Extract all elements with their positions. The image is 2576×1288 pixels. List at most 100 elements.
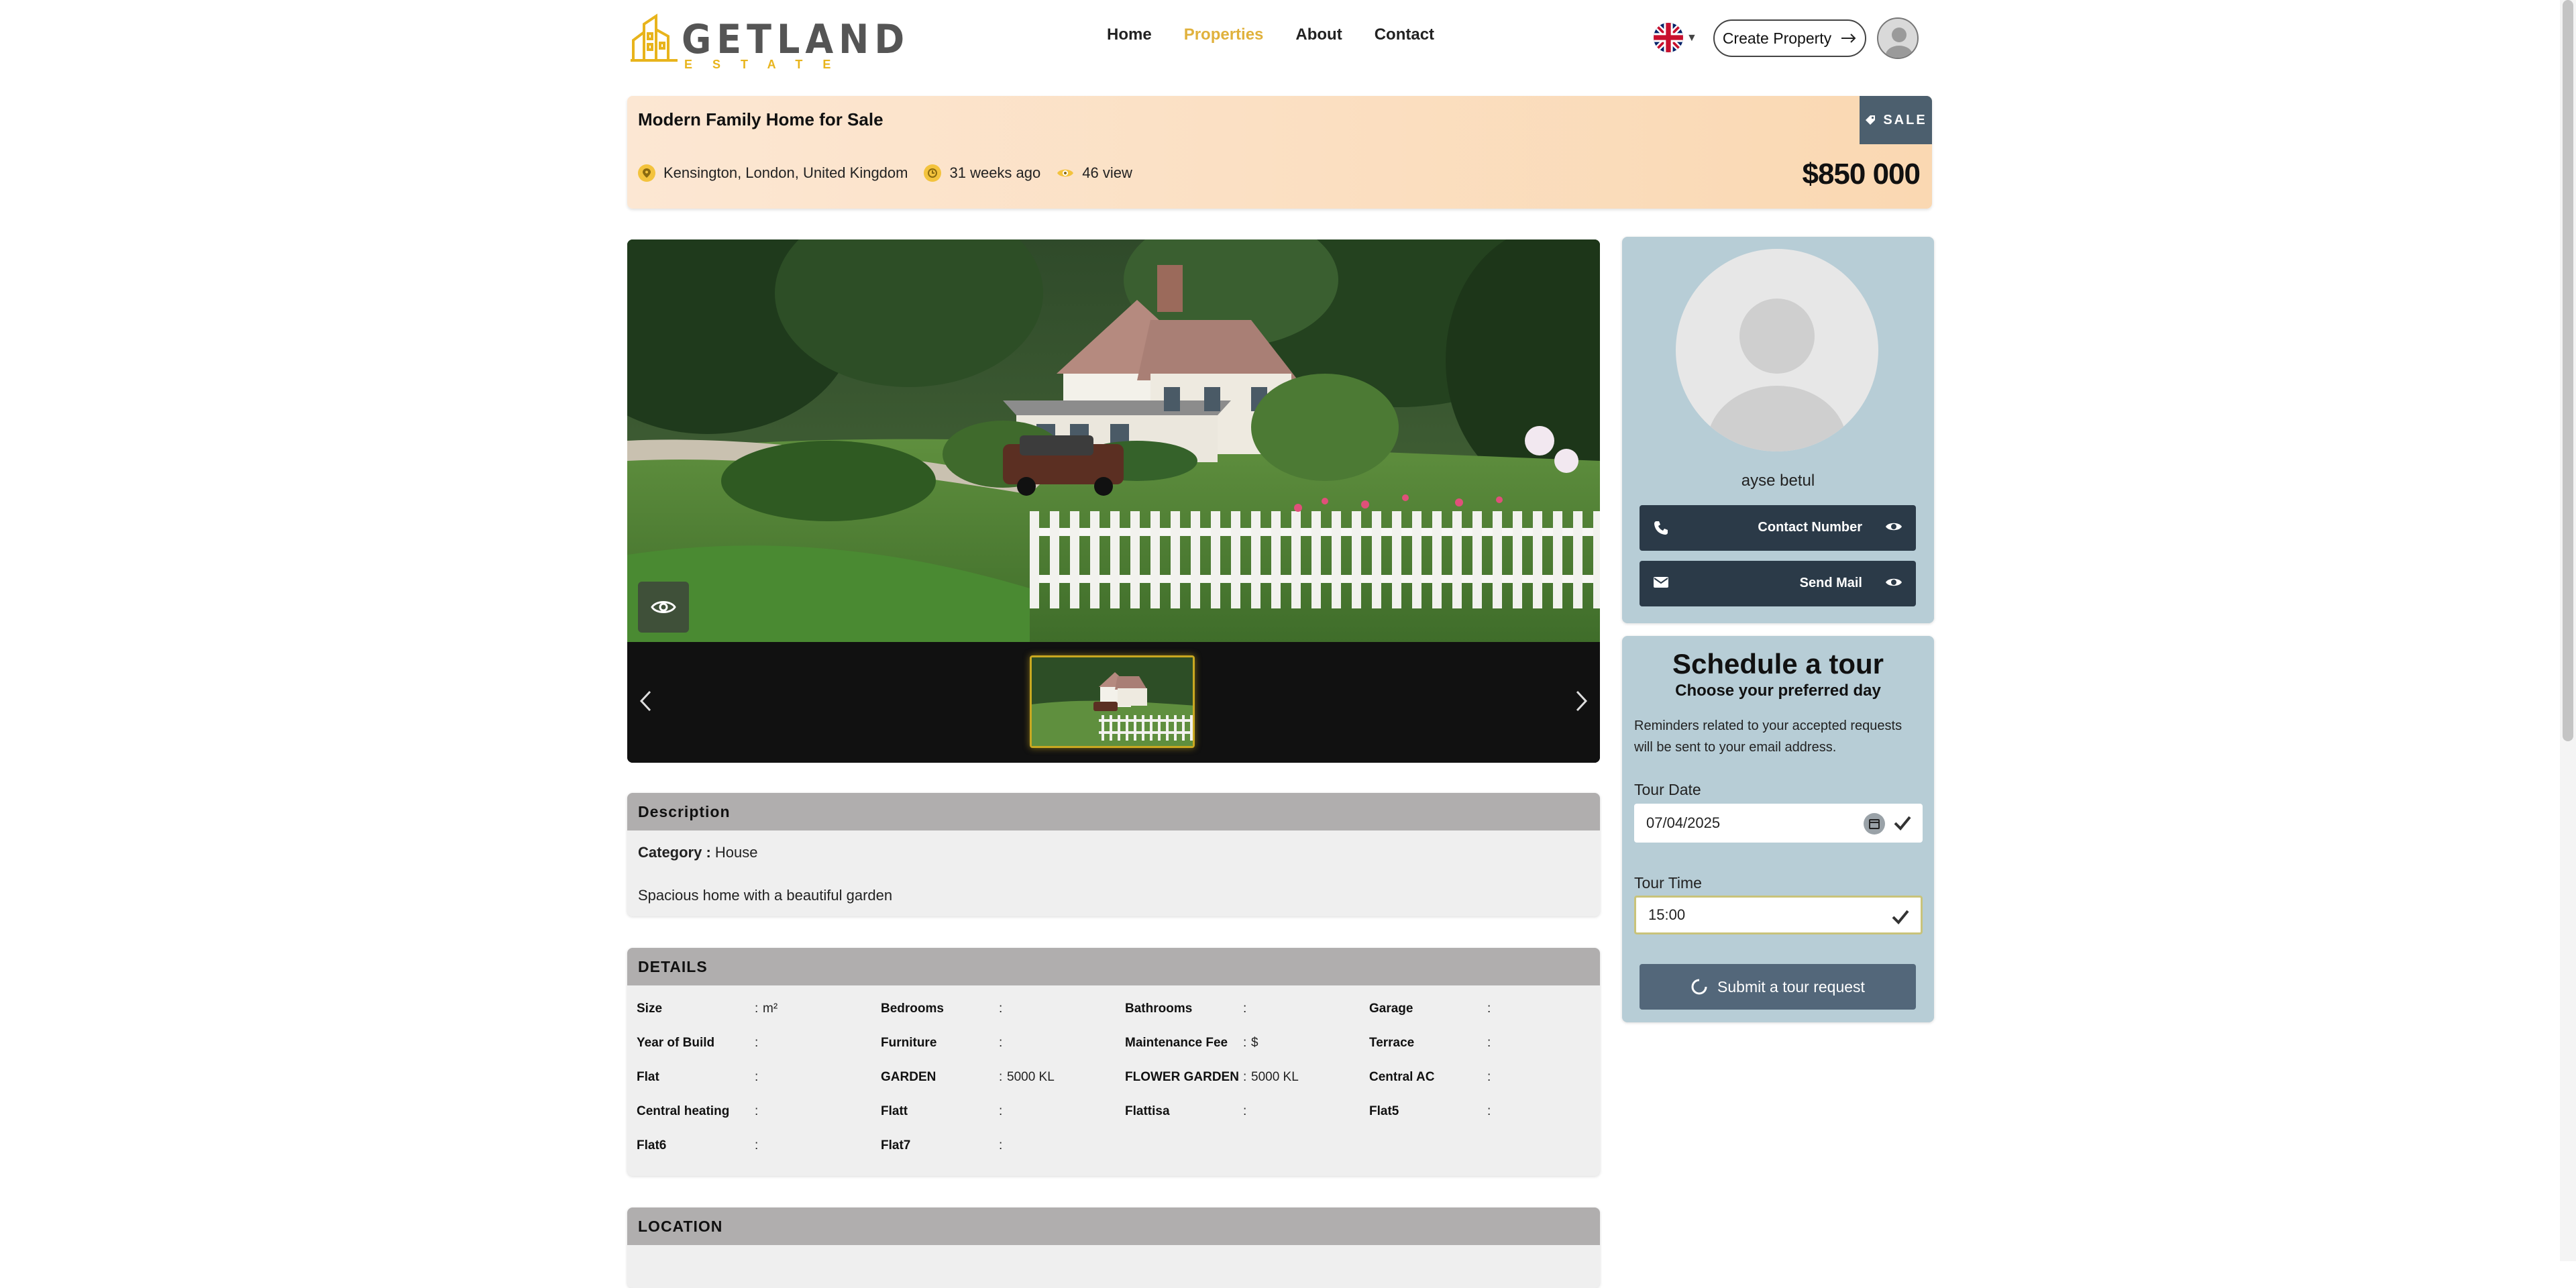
tour-note: Reminders related to your accepted reque… xyxy=(1634,718,1902,755)
detail-separator: : xyxy=(1243,1104,1247,1118)
send-mail-button[interactable]: Send Mail xyxy=(1640,561,1916,606)
detail-item: FLOWER GARDEN:5000 KL xyxy=(1125,1070,1369,1090)
nav-properties[interactable]: Properties xyxy=(1184,25,1264,44)
detail-key: FLOWER GARDEN xyxy=(1125,1070,1239,1084)
listing-meta: Kensington, London, United Kingdom 31 we… xyxy=(638,164,1148,182)
brand-name: GETLAND xyxy=(682,16,910,63)
listing-views: 46 view xyxy=(1057,164,1132,182)
detail-key: Garage xyxy=(1369,1002,1413,1016)
detail-key: Flat xyxy=(637,1070,659,1084)
description-text: Spacious home with a beautiful garden xyxy=(638,887,893,904)
sale-badge: SALE xyxy=(1860,96,1932,144)
brand-sub: ESTATE xyxy=(684,58,851,71)
chevron-left-icon[interactable] xyxy=(639,690,651,718)
detail-value: $ xyxy=(1251,1036,1258,1050)
calendar-icon[interactable] xyxy=(1864,813,1885,835)
age-text: 31 weeks ago xyxy=(949,164,1041,181)
detail-value: 5000 KL xyxy=(1251,1070,1299,1084)
detail-item: GARDEN:5000 KL xyxy=(881,1070,1125,1090)
detail-separator: : xyxy=(999,1104,1003,1118)
location-panel: LOCATION xyxy=(627,1208,1600,1288)
detail-separator: : xyxy=(1487,1036,1491,1050)
check-icon xyxy=(1894,816,1911,830)
detail-separator: : xyxy=(755,1138,759,1152)
eye-icon xyxy=(651,601,676,613)
tour-time-label: Tour Time xyxy=(1634,874,1702,892)
page-scrollbar[interactable] xyxy=(2560,0,2576,1261)
detail-separator: : xyxy=(1243,1002,1247,1016)
schedule-tour-card: Schedule a tour Choose your preferred da… xyxy=(1622,636,1934,1022)
detail-key: Flat6 xyxy=(637,1138,667,1152)
category-line: Category : House xyxy=(638,844,758,861)
detail-item: Flattisa: xyxy=(1125,1104,1369,1124)
detail-item: Flat: xyxy=(637,1070,881,1090)
main-nav: Home Properties About Contact xyxy=(1107,25,1466,44)
chevron-right-icon[interactable] xyxy=(1576,690,1588,718)
detail-key: Flat5 xyxy=(1369,1104,1399,1118)
agent-avatar-icon xyxy=(1676,249,1878,451)
detail-key: Flattisa xyxy=(1125,1104,1170,1118)
logo-building-icon xyxy=(631,13,678,62)
detail-item: Flat5: xyxy=(1369,1104,1600,1124)
detail-item: Flat7: xyxy=(881,1138,1125,1159)
thumbnail-strip xyxy=(627,642,1600,763)
detail-key: GARDEN xyxy=(881,1070,936,1084)
detail-separator: : xyxy=(1487,1002,1491,1016)
tour-title: Schedule a tour xyxy=(1672,648,1884,680)
location-heading: LOCATION xyxy=(627,1208,1600,1245)
detail-item: Year of Build: xyxy=(637,1036,881,1056)
detail-item: Maintenance Fee: $ xyxy=(1125,1036,1369,1056)
listing-title: Modern Family Home for Sale xyxy=(638,109,883,129)
detail-separator: : xyxy=(755,1104,759,1118)
location-pin-icon xyxy=(638,164,655,182)
site-header: GETLAND ESTATE Home Properties About Con… xyxy=(0,0,2576,75)
detail-item: Size: m² xyxy=(637,1002,881,1022)
detail-item: Flat6: xyxy=(637,1138,881,1159)
detail-separator: : xyxy=(999,1070,1003,1084)
tour-date-label: Tour Date xyxy=(1634,781,1701,798)
submit-tour-button[interactable]: Submit a tour request xyxy=(1640,964,1916,1010)
submit-tour-label: Submit a tour request xyxy=(1717,977,1865,996)
tour-time-input[interactable]: 15:00 xyxy=(1634,896,1923,934)
detail-separator: : xyxy=(999,1002,1003,1016)
eye-icon xyxy=(1057,164,1074,182)
detail-item: Bedrooms: xyxy=(881,1002,1125,1022)
detail-separator: : xyxy=(999,1036,1003,1050)
detail-key: Year of Build xyxy=(637,1036,715,1050)
send-mail-label: Send Mail xyxy=(1799,576,1862,590)
main-property-photo[interactable] xyxy=(627,239,1600,642)
language-flag-icon[interactable] xyxy=(1654,23,1683,52)
detail-separator: : xyxy=(1243,1036,1247,1050)
detail-key: Furniture xyxy=(881,1036,937,1050)
eye-icon xyxy=(1886,523,1902,531)
location-text: Kensington, London, United Kingdom xyxy=(663,164,908,181)
description-panel: Description Category : House Spacious ho… xyxy=(627,793,1600,916)
create-property-button[interactable]: Create Property xyxy=(1713,19,1866,57)
detail-value: m² xyxy=(763,1002,778,1016)
detail-key: Central AC xyxy=(1369,1070,1435,1084)
view-fullscreen-button[interactable] xyxy=(638,582,689,633)
detail-item: Garage: xyxy=(1369,1002,1600,1022)
tour-date-input[interactable]: 07/04/2025 xyxy=(1634,804,1923,843)
brand-logo[interactable]: GETLAND ESTATE xyxy=(631,13,904,71)
eye-icon xyxy=(1886,578,1902,586)
contact-number-button[interactable]: Contact Number xyxy=(1640,505,1916,551)
nav-home[interactable]: Home xyxy=(1107,25,1152,44)
language-caret-icon[interactable]: ▼ xyxy=(1686,32,1697,44)
check-icon xyxy=(1892,910,1909,924)
detail-key: Flatt xyxy=(881,1104,908,1118)
nav-contact[interactable]: Contact xyxy=(1375,25,1434,44)
detail-key: Flat7 xyxy=(881,1138,911,1152)
nav-about[interactable]: About xyxy=(1295,25,1342,44)
scrollbar-thumb[interactable] xyxy=(2563,0,2573,741)
detail-separator: : xyxy=(755,1036,759,1050)
detail-key: Bedrooms xyxy=(881,1002,944,1016)
tour-subtitle: Choose your preferred day xyxy=(1675,682,1881,700)
detail-separator: : xyxy=(1243,1070,1247,1084)
user-avatar-icon[interactable] xyxy=(1877,17,1919,59)
listing-banner: Modern Family Home for Sale Kensington, … xyxy=(627,96,1932,209)
tour-time-value: 15:00 xyxy=(1648,906,1686,923)
gallery-thumbnail[interactable] xyxy=(1030,655,1195,748)
detail-item: Terrace: xyxy=(1369,1036,1600,1056)
photo-gallery xyxy=(627,239,1600,763)
